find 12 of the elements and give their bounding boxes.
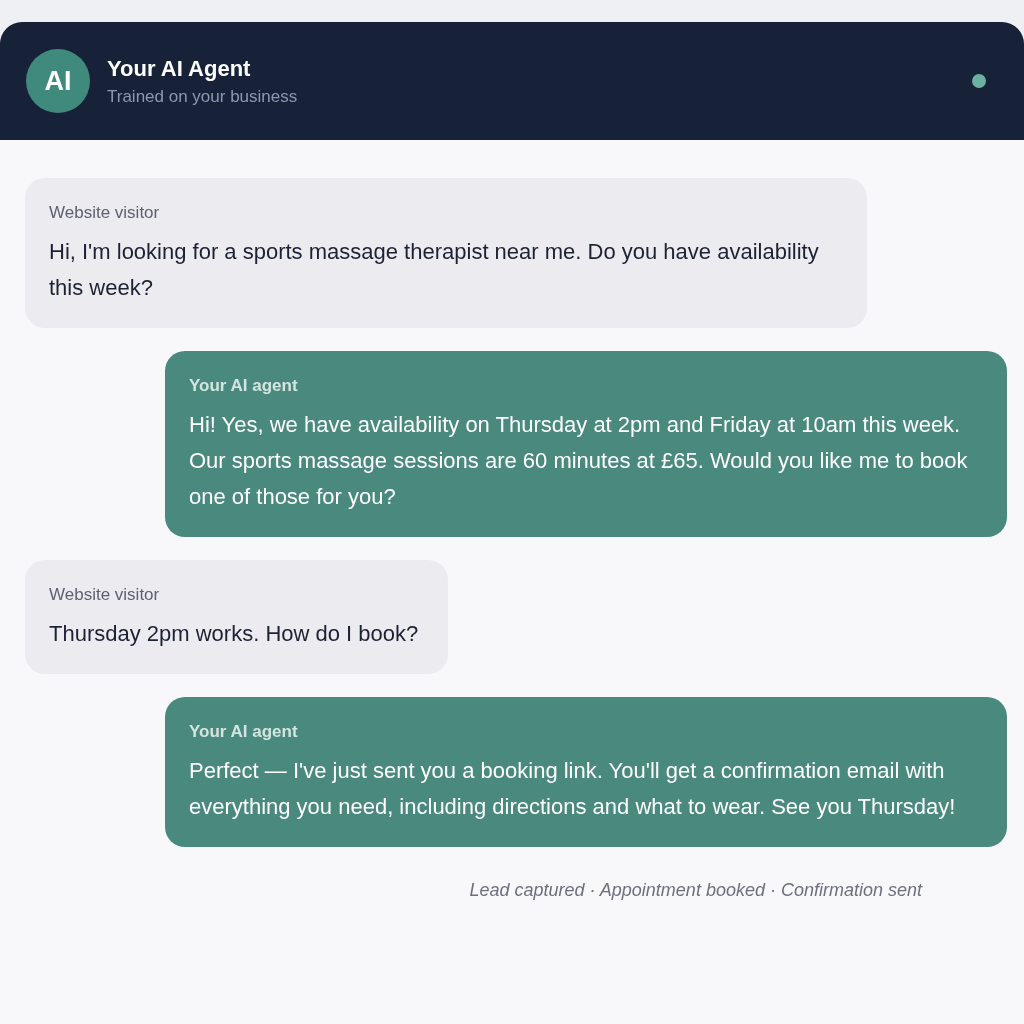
sender-label: Your AI agent (189, 375, 298, 397)
agent-subtitle: Trained on your business (107, 86, 298, 107)
agent-name: Your AI Agent (107, 55, 251, 82)
message-text: Hi, I'm looking for a sports massage therapist near me. Do you have availability this week? (49, 238, 820, 302)
sender-label: Your AI agent (189, 721, 298, 743)
sender-label: Website visitor (49, 202, 160, 224)
status-note: Lead captured · Appointment booked · Confirmation sent (469, 880, 922, 901)
message-text: Hi! Yes, we have availability on Thursday at 2pm and Friday at 10am this week. Our sports massage sessions are 60 minutes at £65. Would you like me to book one of those for you? (189, 411, 969, 511)
sender-label: Website visitor (49, 584, 160, 606)
avatar: AI (26, 49, 90, 113)
message-text: Perfect — I've just sent you a booking link. You'll get a confirmation email with everything you need, including directions and what to wear. See you Thursday! (189, 757, 957, 821)
message-text: Thursday 2pm works. How do I book? (49, 620, 419, 648)
